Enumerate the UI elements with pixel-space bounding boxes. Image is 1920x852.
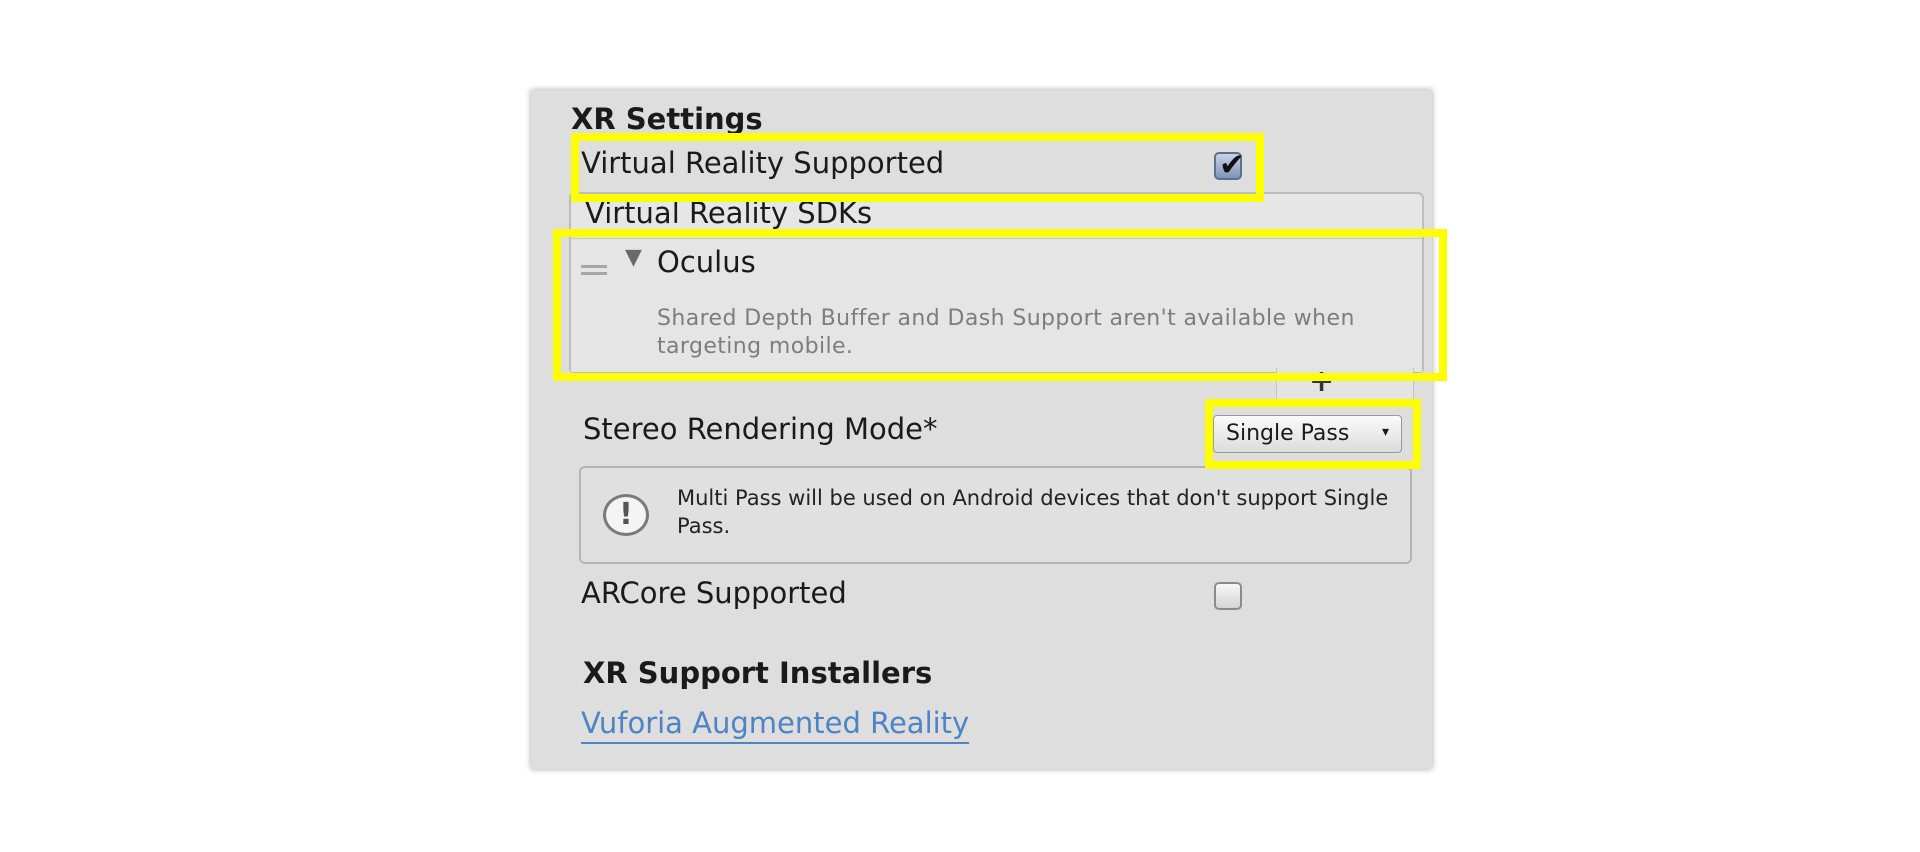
- list-item-oculus[interactable]: ▼ Oculus Shared Depth Buffer and Dash Su…: [571, 239, 1422, 372]
- checkmark-icon: ✔: [1219, 147, 1245, 183]
- vuforia-link[interactable]: Vuforia Augmented Reality: [581, 706, 970, 744]
- dropdown-arrow-icon: ▾: [1381, 424, 1389, 440]
- remove-sdk-button[interactable]: −: [1369, 362, 1394, 397]
- arcore-supported-label: ARCore Supported: [581, 576, 847, 610]
- drag-handle-icon[interactable]: [581, 265, 607, 277]
- vuforia-link-wrapper: Vuforia Augmented Reality: [581, 706, 970, 744]
- section-title-xr-installers: XR Support Installers: [583, 656, 933, 690]
- foldout-arrow-icon[interactable]: ▼: [625, 245, 642, 270]
- vr-supported-checkbox[interactable]: ✔: [1214, 147, 1245, 183]
- section-title-xr-settings: XR Settings: [571, 102, 763, 136]
- vr-sdk-list-header: Virtual Reality SDKs: [571, 194, 1422, 239]
- warning-speech-bubble-icon: !: [603, 494, 649, 536]
- arcore-supported-checkbox[interactable]: [1214, 582, 1242, 610]
- vr-supported-label: Virtual Reality Supported: [581, 146, 945, 180]
- sdk-name-oculus: Oculus: [657, 245, 756, 279]
- add-sdk-button[interactable]: +: [1309, 364, 1334, 399]
- sdk-note: Shared Depth Buffer and Dash Support are…: [657, 306, 1355, 359]
- help-box: ! Multi Pass will be used on Android dev…: [579, 466, 1412, 564]
- stereo-rendering-label: Stereo Rendering Mode*: [583, 412, 938, 446]
- stereo-rendering-dropdown[interactable]: Single Pass ▾: [1213, 415, 1402, 453]
- stereo-rendering-value: Single Pass: [1226, 421, 1350, 446]
- help-message: Multi Pass will be used on Android devic…: [677, 486, 1389, 538]
- vr-sdk-list: Virtual Reality SDKs ▼ Oculus Shared Dep…: [569, 192, 1424, 374]
- vr-sdk-list-title: Virtual Reality SDKs: [585, 196, 873, 230]
- sdk-add-remove-bar: + −: [1276, 362, 1414, 405]
- xr-settings-panel: XR Settings Virtual Reality Supported ✔ …: [531, 90, 1432, 769]
